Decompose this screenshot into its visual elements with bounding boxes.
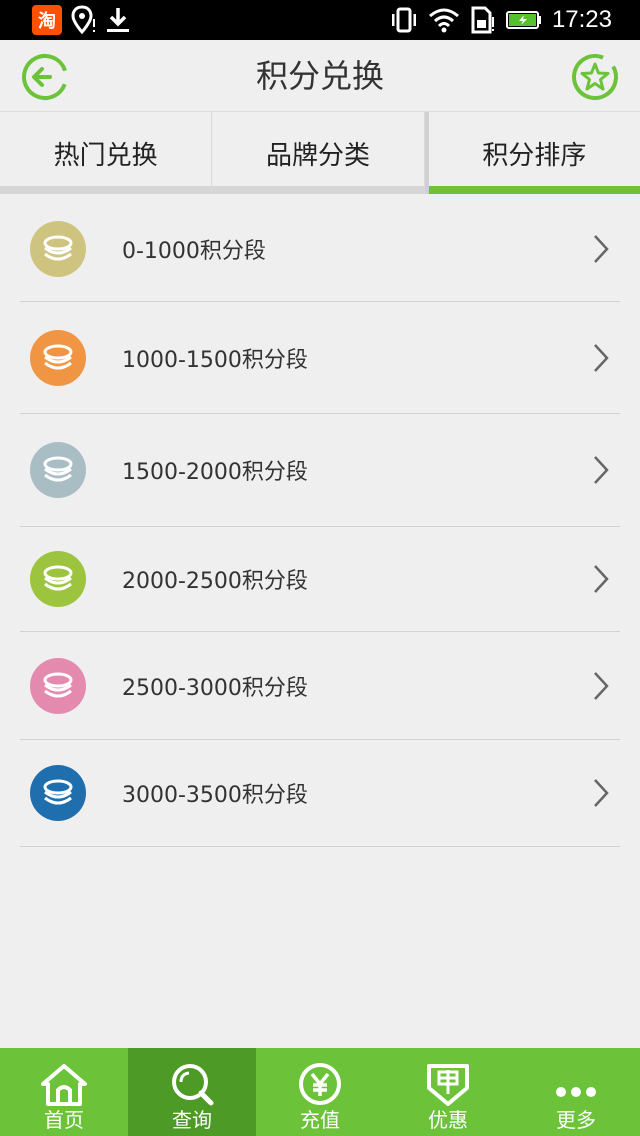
sim-icon (471, 6, 494, 34)
clock: 17:23 (551, 6, 612, 33)
coin-icon (30, 442, 86, 498)
coin-icon (30, 765, 86, 821)
nav-label: 优惠 (428, 1108, 468, 1132)
nav-discount[interactable]: 优惠 (384, 1048, 512, 1136)
nav-more[interactable]: 更多 (512, 1048, 640, 1136)
tab-label: 积分排序 (482, 140, 587, 171)
nav-label: 首页 (44, 1108, 84, 1132)
range-label: 1000-1500积分段 (122, 347, 308, 373)
list-item[interactable]: 2000-2500积分段 (20, 527, 620, 632)
chevron-right-icon (594, 779, 609, 807)
status-bar: 淘 17:23 (0, 0, 640, 40)
battery-charging-icon (505, 11, 541, 29)
list-item[interactable]: 1000-1500积分段 (20, 302, 620, 414)
tab-label: 热门兑换 (53, 140, 158, 171)
tab-hot-exchange[interactable]: 热门兑换 (0, 112, 213, 194)
range-label: 2500-3000积分段 (122, 675, 308, 701)
tab-brand-category[interactable]: 品牌分类 (212, 112, 425, 194)
nav-label: 更多 (556, 1108, 596, 1132)
page-title: 积分兑换 (255, 57, 384, 95)
tab-points-sort[interactable]: 积分排序 (424, 112, 640, 194)
list-item[interactable]: 3000-3500积分段 (20, 740, 620, 847)
vibrate-icon (391, 7, 416, 33)
range-label: 3000-3500积分段 (122, 783, 308, 808)
chevron-right-icon (594, 565, 609, 593)
search-icon (172, 1064, 214, 1106)
tab-indicator (0, 186, 212, 194)
points-range-list: 0-1000积分段 1000-1500积分段 1500-2000积分段 2000… (0, 196, 640, 847)
list-item[interactable]: 2500-3000积分段 (20, 632, 620, 740)
back-arrow-icon[interactable] (20, 52, 70, 102)
list-item[interactable]: 1500-2000积分段 (20, 414, 620, 527)
more-icon (556, 1087, 596, 1097)
nav-search[interactable]: 查询 (128, 1048, 256, 1136)
coin-icon (30, 329, 86, 386)
home-icon (41, 1064, 87, 1106)
list-item[interactable]: 0-1000积分段 (20, 196, 620, 302)
chevron-right-icon (594, 671, 609, 700)
yen-icon (299, 1063, 341, 1105)
tab-label: 品牌分类 (265, 140, 370, 171)
bottom-nav: 首页 查询 充值 优惠 更多 (0, 1048, 640, 1136)
title-bar: 积分兑换 (0, 40, 640, 112)
coupon-icon (427, 1064, 469, 1106)
chevron-right-icon (594, 343, 609, 372)
nav-recharge[interactable]: 充值 (256, 1048, 384, 1136)
coin-icon (30, 657, 86, 714)
tab-indicator-active (428, 186, 640, 194)
nav-label: 查询 (172, 1108, 212, 1132)
nav-home[interactable]: 首页 (0, 1048, 128, 1136)
category-tabs: 热门兑换 品牌分类 积分排序 (0, 112, 640, 194)
range-label: 2000-2500积分段 (122, 569, 308, 594)
location-icon (71, 5, 95, 35)
download-icon (107, 8, 129, 32)
range-label: 1500-2000积分段 (122, 460, 308, 485)
coin-icon (30, 551, 86, 607)
wifi-icon (428, 8, 459, 33)
tab-indicator (212, 186, 424, 194)
coin-icon (30, 220, 86, 277)
star-icon[interactable] (570, 52, 620, 102)
nav-label: 充值 (300, 1108, 340, 1132)
chevron-right-icon (594, 456, 609, 484)
taobao-icon: 淘 (32, 5, 62, 35)
range-label: 0-1000积分段 (122, 238, 266, 264)
chevron-right-icon (594, 234, 609, 263)
